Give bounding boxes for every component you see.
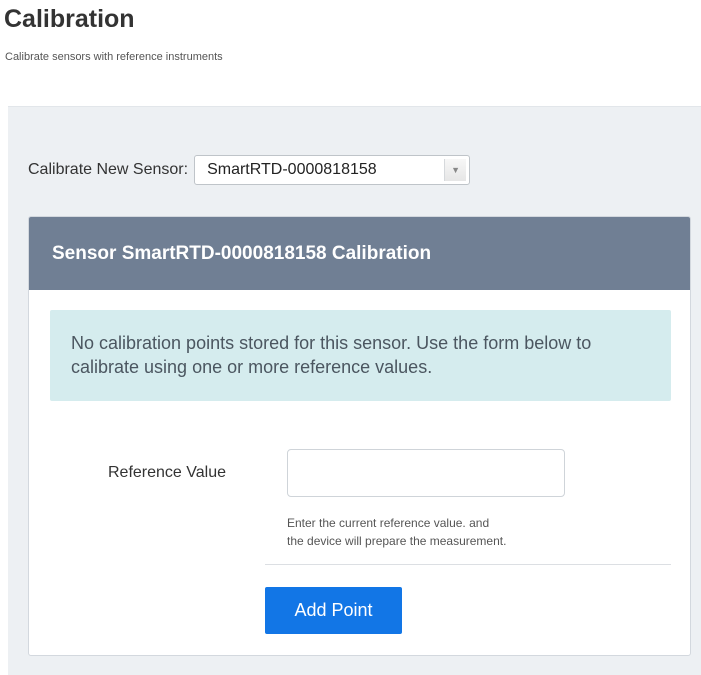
reference-value-label: Reference Value [108,464,226,481]
sensor-select-dropdown[interactable]: SmartRTD-0000818158 ▼ [194,155,471,185]
add-point-button[interactable]: Add Point [265,587,402,634]
page-subtitle: Calibrate sensors with reference instrum… [5,51,223,63]
help-text-line: the device will prepare the measurement. [287,534,507,548]
panel-heading: Sensor SmartRTD-0000818158 Calibration [29,217,690,290]
sensor-select-value: SmartRTD-0000818158 [207,161,377,178]
help-text: Enter the current reference value. and t… [287,514,667,550]
reference-value-input[interactable] [287,449,565,497]
triangle-down-icon[interactable]: ▼ [444,159,467,181]
calibration-panel: Sensor SmartRTD-0000818158 Calibration N… [28,216,691,656]
panel-title: Sensor SmartRTD-0000818158 Calibration [52,242,432,264]
sensor-select-row: Calibrate New Sensor: SmartRTD-000081815… [28,153,471,187]
reference-value-row: Reference Value [29,449,692,497]
sensor-select-label: Calibrate New Sensor: [28,161,189,178]
help-text-line: Enter the current reference value. and [287,516,490,530]
info-alert: No calibration points stored for this se… [50,310,671,401]
page-title: Calibration [4,5,135,33]
form-divider [265,564,671,565]
content-area: Calibrate New Sensor: SmartRTD-000081815… [8,106,701,675]
page-header: Calibration Calibrate sensors with refer… [0,0,701,106]
